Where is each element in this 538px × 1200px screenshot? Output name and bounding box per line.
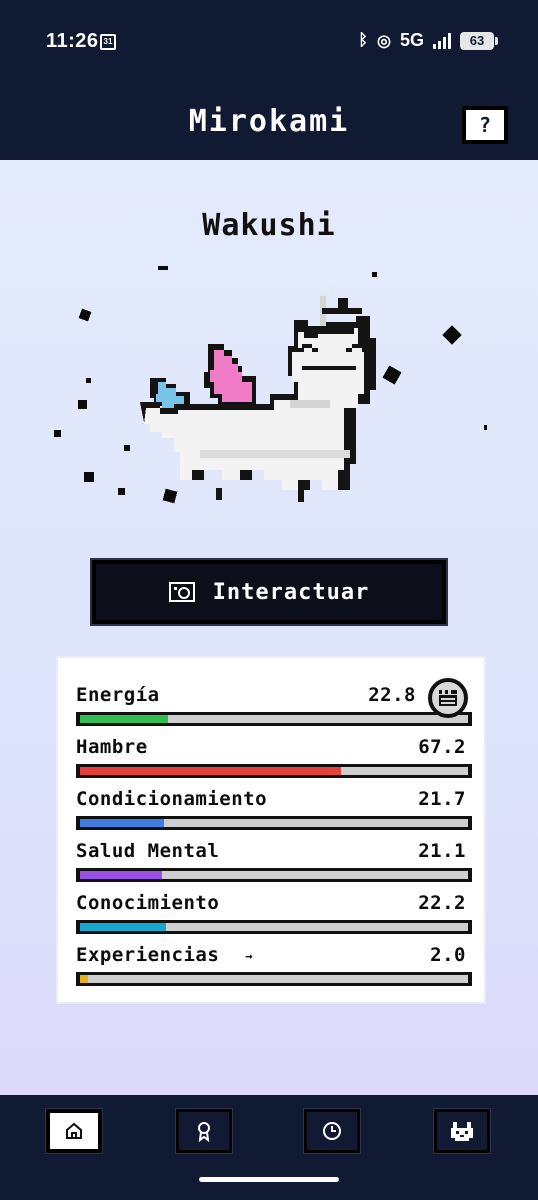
- arrow-right-icon: →: [245, 948, 253, 963]
- stat-label: Conocimiento: [76, 892, 220, 914]
- stat-bar: [76, 764, 472, 778]
- stat-bar-fill: [80, 975, 88, 983]
- status-indicators: ᛒ ◎ 5G 63: [358, 30, 498, 51]
- stat-bar: [76, 920, 472, 934]
- stat-bar-fill: [80, 871, 162, 879]
- stat-bar-fill: [80, 819, 165, 827]
- nav-history-button[interactable]: [304, 1109, 360, 1153]
- main-content: Wakushi Interactuar Energía 22.8 Hambre …: [0, 160, 538, 1095]
- stat-value: 22.2: [418, 892, 466, 914]
- stat-hambre: Hambre 67.2: [76, 736, 472, 788]
- nav-mirokami-button[interactable]: [434, 1109, 490, 1153]
- stat-salud-mental: Salud Mental 21.1: [76, 840, 472, 892]
- stat-value: 21.7: [418, 788, 466, 810]
- stat-label: Salud Mental: [76, 840, 220, 862]
- stat-label: Experiencias: [76, 944, 220, 966]
- stat-value: 67.2: [418, 736, 466, 758]
- stat-bar: [76, 816, 472, 830]
- interact-button[interactable]: Interactuar: [96, 564, 442, 620]
- nav-achievements-button[interactable]: [176, 1109, 232, 1153]
- help-button[interactable]: ?: [462, 106, 508, 144]
- stat-bar-fill: [80, 767, 341, 775]
- stats-panel: Energía 22.8 Hambre 67.2 Condicionamient…: [58, 658, 484, 1002]
- bluetooth-icon: ᛒ: [358, 31, 369, 49]
- stat-value: 21.1: [418, 840, 466, 862]
- app-bar: Mirokami ?: [0, 88, 538, 160]
- network-type: 5G: [399, 30, 424, 50]
- battery-icon: 63: [460, 31, 498, 50]
- stat-energia: Energía 22.8: [76, 678, 472, 736]
- hotspot-icon: ◎: [377, 32, 391, 50]
- home-icon: [66, 1122, 82, 1139]
- clock-icon: [323, 1122, 341, 1140]
- stat-bar-fill: [80, 923, 167, 931]
- bottom-nav: [0, 1095, 538, 1200]
- pet-sprite[interactable]: [40, 250, 500, 550]
- stat-condicionamiento: Condicionamiento 21.7: [76, 788, 472, 840]
- award-icon: [198, 1122, 210, 1142]
- pet-name: Wakushi: [202, 208, 336, 243]
- interact-button-label: Interactuar: [212, 579, 370, 605]
- signal-icon: [433, 32, 451, 49]
- stat-bar: [76, 972, 472, 986]
- calendar-icon: 31: [100, 34, 116, 50]
- stat-conocimiento: Conocimiento 22.2: [76, 892, 472, 944]
- stat-label: Hambre: [76, 736, 148, 758]
- stat-bar-fill: [80, 715, 169, 723]
- app-title: Mirokami: [188, 104, 350, 139]
- stat-label: Condicionamiento: [76, 788, 268, 810]
- status-bar: 11:26 31 ᛒ ◎ 5G 63: [0, 0, 538, 88]
- nav-home-button[interactable]: [46, 1109, 102, 1153]
- stat-value: 22.8: [368, 684, 416, 706]
- camera-icon: [168, 582, 195, 602]
- stat-label: Energía: [76, 684, 160, 706]
- mirokami-logo-icon: [451, 1122, 473, 1141]
- stat-bar: [76, 868, 472, 882]
- home-indicator[interactable]: [199, 1177, 339, 1182]
- stat-bar: [76, 712, 472, 726]
- stat-value: 2.0: [430, 944, 466, 966]
- stat-experiencias[interactable]: Experiencias → 2.0: [76, 944, 472, 996]
- status-time: 11:26: [46, 30, 99, 52]
- clapperboard-icon[interactable]: [428, 678, 468, 718]
